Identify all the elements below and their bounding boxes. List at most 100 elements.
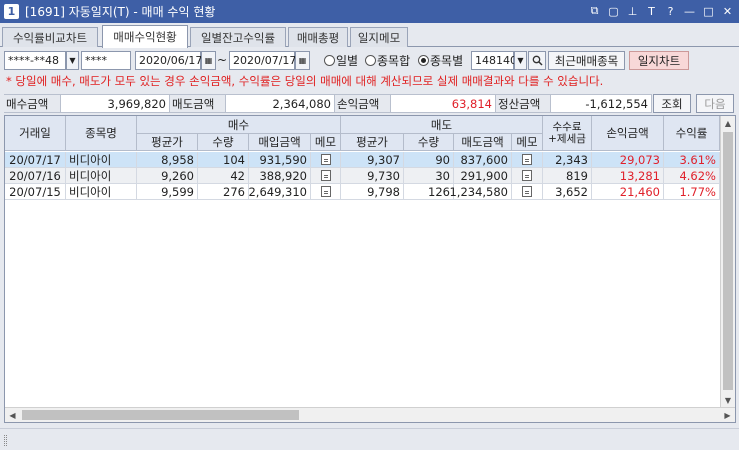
cell-sell-amount: 291,900 [454, 168, 512, 184]
sell-amount-label: 매도금액 [170, 94, 225, 113]
window-number-badge: 1 [4, 4, 19, 19]
radio-by-stock[interactable]: 종목별 [418, 52, 463, 69]
window-controls: ⧉ ▢ ⊥ T ? — □ ✕ [587, 3, 735, 19]
pin-icon[interactable]: ⊥ [625, 3, 640, 19]
maximize-icon[interactable]: □ [701, 3, 716, 19]
settlement-amount-value: -1,612,554 [550, 94, 652, 113]
header-sell-memo: 메모 [512, 134, 543, 151]
cell-sell-memo[interactable] [512, 168, 543, 184]
header-date: 거래일 [5, 116, 66, 151]
cell-stock: 비디아이 [66, 184, 137, 200]
profit-loss-label: 손익금액 [335, 94, 390, 113]
header-sell-avg: 평균가 [341, 134, 404, 151]
tab-return-compare-chart[interactable]: 수익률비교차트 [2, 27, 98, 47]
next-button[interactable]: 다음 [696, 94, 734, 113]
toolbar: ****-**48 ▼ **** 2020/06/17 ▦ ~ 2020/07/… [0, 49, 739, 71]
cell-sell-qty: 30 [404, 168, 454, 184]
horizontal-scroll-thumb[interactable] [22, 410, 299, 420]
password-field[interactable]: **** [81, 51, 131, 70]
memo-icon[interactable] [522, 154, 532, 165]
date-separator: ~ [217, 52, 228, 67]
calendar-icon[interactable]: ▦ [201, 51, 216, 70]
scroll-right-icon[interactable]: ▶ [720, 408, 735, 422]
cell-sell-memo[interactable] [512, 184, 543, 200]
tab-trade-profit-status[interactable]: 매매수익현황 [102, 25, 188, 48]
cell-buy-memo[interactable] [311, 168, 341, 184]
scroll-left-icon[interactable]: ◀ [5, 408, 20, 422]
link-window-icon[interactable]: ⧉ [587, 3, 602, 19]
table-row[interactable]: 20/07/17 비디아이 8,958 104 931,590 9,307 90… [5, 152, 720, 168]
start-date-input[interactable]: 2020/06/17 [135, 51, 202, 70]
account-select[interactable]: ****-**48 [4, 51, 66, 70]
buy-amount-label: 매수금액 [4, 94, 60, 113]
cell-buy-memo[interactable] [311, 152, 341, 168]
title-bar: 1 [1691] 자동일지(T) - 매매 수익 현황 ⧉ ▢ ⊥ T ? — … [0, 0, 739, 23]
minimize-icon[interactable]: — [682, 3, 697, 19]
cell-sell-qty: 126 [404, 184, 454, 200]
search-icon[interactable] [528, 51, 546, 70]
vertical-scrollbar[interactable]: ▲ ▼ [720, 116, 735, 408]
buy-amount-value: 3,969,820 [60, 94, 170, 113]
radio-stock-sum-label: 종목합 [377, 54, 411, 68]
cell-sell-memo[interactable] [512, 152, 543, 168]
memo-icon[interactable] [320, 154, 331, 165]
close-icon[interactable]: ✕ [720, 3, 735, 19]
status-bar [0, 428, 739, 450]
journal-chart-button[interactable]: 일지차트 [629, 51, 689, 70]
memo-icon[interactable] [320, 170, 331, 181]
tab-trade-review[interactable]: 매매총평 [288, 27, 348, 47]
cell-buy-avg: 9,260 [137, 168, 198, 184]
scroll-down-icon[interactable]: ▼ [721, 393, 735, 408]
cell-fee: 3,652 [543, 184, 592, 200]
tab-journal-memo[interactable]: 일지메모 [350, 27, 408, 47]
radio-stock-sum[interactable]: 종목합 [365, 52, 410, 69]
font-size-icon[interactable]: T [644, 3, 659, 19]
header-buy-avg: 평균가 [137, 134, 198, 151]
radio-daily[interactable]: 일별 [324, 52, 358, 69]
vertical-scroll-thumb[interactable] [723, 132, 733, 390]
recent-trade-stocks-button[interactable]: 최근매매종목 [548, 51, 625, 70]
memo-icon[interactable] [522, 186, 532, 197]
cell-sell-avg: 9,798 [341, 184, 404, 200]
cell-sell-amount: 837,600 [454, 152, 512, 168]
cell-fee: 2,343 [543, 152, 592, 168]
resize-grip-icon[interactable] [4, 435, 7, 446]
cell-buy-qty: 276 [198, 184, 249, 200]
screen-icon[interactable]: ▢ [606, 3, 621, 19]
cell-fee: 819 [543, 168, 592, 184]
notice-text: * 당일에 매수, 매도가 모두 있는 경우 손익금액, 수익률은 당일의 매매… [6, 74, 604, 88]
chevron-down-icon[interactable]: ▼ [514, 51, 527, 70]
window-title: [1691] 자동일지(T) - 매매 수익 현황 [25, 5, 216, 19]
tab-bar: 수익률비교차트 매매수익현황 일별잔고수익률 매매총평 일지메모 [0, 25, 739, 48]
radio-daily-dot[interactable] [324, 55, 335, 66]
radio-by-stock-dot[interactable] [418, 55, 429, 66]
table-row[interactable]: 20/07/16 비디아이 9,260 42 388,920 9,730 30 … [5, 168, 720, 184]
header-sell-group: 매도 [341, 116, 543, 134]
cell-date: 20/07/15 [5, 184, 66, 200]
tab-daily-balance-return[interactable]: 일별잔고수익률 [190, 27, 286, 47]
chevron-down-icon[interactable]: ▼ [66, 51, 79, 70]
memo-icon[interactable] [320, 186, 331, 197]
stock-code-input[interactable]: 148140 [471, 51, 517, 70]
cell-sell-qty: 90 [404, 152, 454, 168]
help-icon[interactable]: ? [663, 3, 678, 19]
header-buy-qty: 수량 [198, 134, 249, 151]
header-fee: 수수료 +제세금 [543, 116, 592, 151]
cell-stock: 비디아이 [66, 152, 137, 168]
cell-buy-avg: 8,958 [137, 152, 198, 168]
scroll-up-icon[interactable]: ▲ [721, 116, 735, 131]
radio-stock-sum-dot[interactable] [365, 55, 376, 66]
cell-profit-loss: 21,460 [592, 184, 664, 200]
cell-buy-qty: 104 [198, 152, 249, 168]
cell-return-rate: 3.61% [664, 152, 720, 168]
end-date-input[interactable]: 2020/07/17 [229, 51, 296, 70]
summary-row: 매수금액 3,969,820 매도금액 2,364,080 손익금액 63,81… [0, 94, 739, 113]
query-button[interactable]: 조회 [653, 94, 691, 113]
horizontal-scrollbar[interactable]: ◀ ▶ [5, 407, 735, 422]
memo-icon[interactable] [522, 170, 532, 181]
table-row[interactable]: 20/07/15 비디아이 9,599 276 2,649,310 9,798 … [5, 184, 720, 200]
cell-profit-loss: 13,281 [592, 168, 664, 184]
cell-buy-memo[interactable] [311, 184, 341, 200]
profit-loss-value: 63,814 [390, 94, 496, 113]
calendar-icon[interactable]: ▦ [295, 51, 310, 70]
